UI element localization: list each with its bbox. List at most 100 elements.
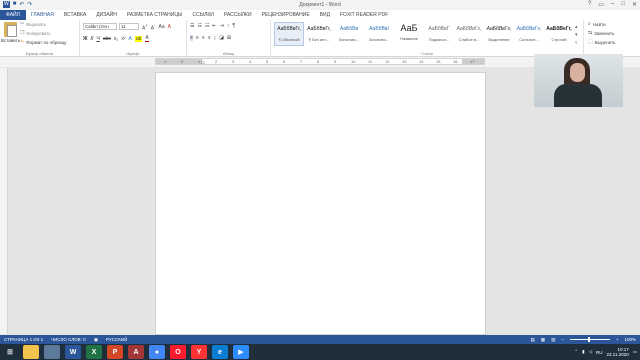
align-center-icon[interactable]: ≡ xyxy=(196,35,199,41)
change-case-icon[interactable]: Aa xyxy=(159,24,165,30)
taskbar-file-explorer-icon[interactable] xyxy=(23,345,39,359)
highlight-icon[interactable]: ab xyxy=(134,35,143,42)
tab-file[interactable]: ФАЙЛ xyxy=(0,10,26,20)
network-icon[interactable]: ▮ xyxy=(582,349,584,355)
numbering-icon[interactable]: ☷ xyxy=(197,23,201,29)
taskbar-start-icon[interactable]: ⊞ xyxy=(2,345,18,359)
line-spacing-icon[interactable]: ↨ xyxy=(214,35,217,41)
decrease-indent-icon[interactable]: ⇤ xyxy=(212,23,216,29)
format-painter-button[interactable]: ✎ Формат по образцу xyxy=(20,40,67,46)
input-language[interactable]: RU xyxy=(596,350,603,355)
tab-review[interactable]: РЕЦЕНЗИРОВАНИЕ xyxy=(257,10,315,20)
proofing-icon[interactable]: ▣ xyxy=(94,337,98,343)
shrink-font-icon[interactable]: A- xyxy=(151,23,156,32)
style-title[interactable]: АаБ Название xyxy=(394,22,424,46)
tab-references[interactable]: ССЫЛКИ xyxy=(187,10,218,20)
clock[interactable]: 10:17 23.11.2020 xyxy=(607,347,629,357)
taskbar-powerpoint-icon[interactable]: P xyxy=(107,345,123,359)
tab-layout[interactable]: РАЗМЕТКА СТРАНИЦЫ xyxy=(122,10,188,20)
text-effects-icon[interactable]: A xyxy=(129,36,132,42)
save-icon[interactable]: ■ xyxy=(13,1,17,8)
volume-icon[interactable]: ◁ xyxy=(589,349,592,355)
replace-button[interactable]: ⇆ Заменить xyxy=(588,31,614,37)
tab-design[interactable]: ДИЗАЙН xyxy=(91,10,122,20)
ruler-mark: 13 xyxy=(402,59,407,64)
justify-icon[interactable]: ≡ xyxy=(208,35,211,41)
bullets-icon[interactable]: ☰ xyxy=(190,23,194,29)
zoom-out-icon[interactable]: – xyxy=(561,337,564,342)
maximize-icon[interactable]: □ xyxy=(621,1,625,8)
minimize-icon[interactable]: – xyxy=(611,1,614,8)
pilcrow-icon[interactable]: ¶ xyxy=(232,23,235,29)
taskbar-yandex-icon[interactable]: Y xyxy=(191,345,207,359)
style-no-spacing[interactable]: АаБбВвГг, ¶ Без инт... xyxy=(304,22,334,46)
close-icon[interactable]: ✕ xyxy=(632,1,637,8)
subscript-icon[interactable]: x₂ xyxy=(114,36,118,42)
clear-format-icon[interactable]: A xyxy=(168,24,171,30)
ribbon-options-icon[interactable]: ▭ xyxy=(598,1,604,8)
tab-mailings[interactable]: РАССЫЛКИ xyxy=(219,10,257,20)
taskbar-word-icon[interactable]: W xyxy=(65,345,81,359)
tab-insert[interactable]: ВСТАВКА xyxy=(59,10,91,20)
superscript-icon[interactable]: x² xyxy=(121,36,125,42)
align-right-icon[interactable]: ≡ xyxy=(202,35,205,41)
style-intense-emphasis[interactable]: АаБбВвГг, Сильное... xyxy=(514,22,544,46)
word-count[interactable]: ЧИСЛО СЛОВ: 0 xyxy=(51,337,86,342)
tab-home[interactable]: ГЛАВНАЯ xyxy=(26,10,59,20)
style-subtle-emphasis[interactable]: АаБбВвГг, Слабое в... xyxy=(454,22,484,46)
taskbar-explorer-2-icon[interactable] xyxy=(44,345,60,359)
grow-font-icon[interactable]: A+ xyxy=(142,23,148,32)
paste-button[interactable]: Вставить xyxy=(1,38,20,43)
print-layout-icon[interactable]: ▦ xyxy=(541,337,545,343)
taskbar-excel-icon[interactable]: X xyxy=(86,345,102,359)
bold-icon[interactable]: Ж xyxy=(83,36,88,42)
document-page[interactable] xyxy=(155,72,486,335)
taskbar-access-icon[interactable]: A xyxy=(128,345,144,359)
help-icon[interactable]: ? xyxy=(588,1,591,8)
align-left-icon[interactable]: ≡ xyxy=(190,35,193,41)
style-heading-1[interactable]: АаБбВв Заголово... xyxy=(334,22,364,46)
style-emphasis[interactable]: АаБбВвГг, Выделение xyxy=(484,22,514,46)
style-name: Сильное... xyxy=(519,37,539,42)
zoom-thumb[interactable] xyxy=(587,337,590,342)
sort-icon[interactable]: ↕ xyxy=(227,23,230,29)
font-size-field[interactable]: 11 xyxy=(119,23,139,30)
taskbar-opera-icon[interactable]: O xyxy=(170,345,186,359)
taskbar-zoom-icon[interactable]: ▶ xyxy=(233,345,249,359)
read-mode-icon[interactable]: ▤ xyxy=(531,337,535,343)
increase-indent-icon[interactable]: ⇥ xyxy=(220,23,224,29)
language[interactable]: РУССКИЙ xyxy=(106,337,127,342)
style-normal[interactable]: АаБбВвГг, ¶ Обычный xyxy=(274,22,304,46)
shading-icon[interactable]: ◪ xyxy=(219,35,224,41)
notifications-icon[interactable]: ▭ xyxy=(633,349,637,355)
borders-icon[interactable]: ⊞ xyxy=(227,35,231,41)
tray-chevron-icon[interactable]: ⌃ xyxy=(574,349,578,355)
style-heading-2[interactable]: АаБбВвI Заголово... xyxy=(364,22,394,46)
paste-icon[interactable] xyxy=(4,22,17,37)
zoom-in-icon[interactable]: + xyxy=(616,337,619,342)
font-color-icon[interactable]: A xyxy=(145,35,149,42)
zoom-level[interactable]: 100% xyxy=(624,337,636,342)
tab-foxit[interactable]: FOXIT READER PDF xyxy=(335,10,393,20)
taskbar-chrome-icon[interactable]: ● xyxy=(149,345,165,359)
find-button[interactable]: ⌕ Найти xyxy=(588,22,606,28)
cut-button[interactable]: ✂ Вырезать xyxy=(20,22,46,28)
multilevel-list-icon[interactable]: ☵ xyxy=(205,23,209,29)
tab-view[interactable]: ВИД xyxy=(315,10,335,20)
select-button[interactable]: ⬚ Выделить xyxy=(588,40,616,46)
web-layout-icon[interactable]: ▥ xyxy=(551,337,555,343)
page-count[interactable]: СТРАНИЦА 1 ИЗ 1 xyxy=(4,337,43,342)
font-name-field[interactable]: Calibri (Осн xyxy=(83,23,117,30)
zoom-slider[interactable] xyxy=(569,337,610,342)
style-strong[interactable]: АаБбВеГг, Строгий xyxy=(544,22,574,46)
styles-scroll[interactable]: ▴ ▾ ▿ xyxy=(575,23,578,47)
vertical-ruler[interactable] xyxy=(0,68,8,334)
italic-icon[interactable]: К xyxy=(91,36,94,42)
strikethrough-icon[interactable]: abc xyxy=(103,36,111,42)
taskbar-edge-icon[interactable]: e xyxy=(212,345,228,359)
style-subtitle[interactable]: АаБбВвГ Подзагол... xyxy=(424,22,454,46)
copy-button[interactable]: ❐ Копировать xyxy=(20,31,51,37)
underline-icon[interactable]: Ч xyxy=(96,36,99,42)
redo-icon[interactable]: ↷ xyxy=(27,1,32,8)
undo-icon[interactable]: ↶ xyxy=(19,1,24,8)
